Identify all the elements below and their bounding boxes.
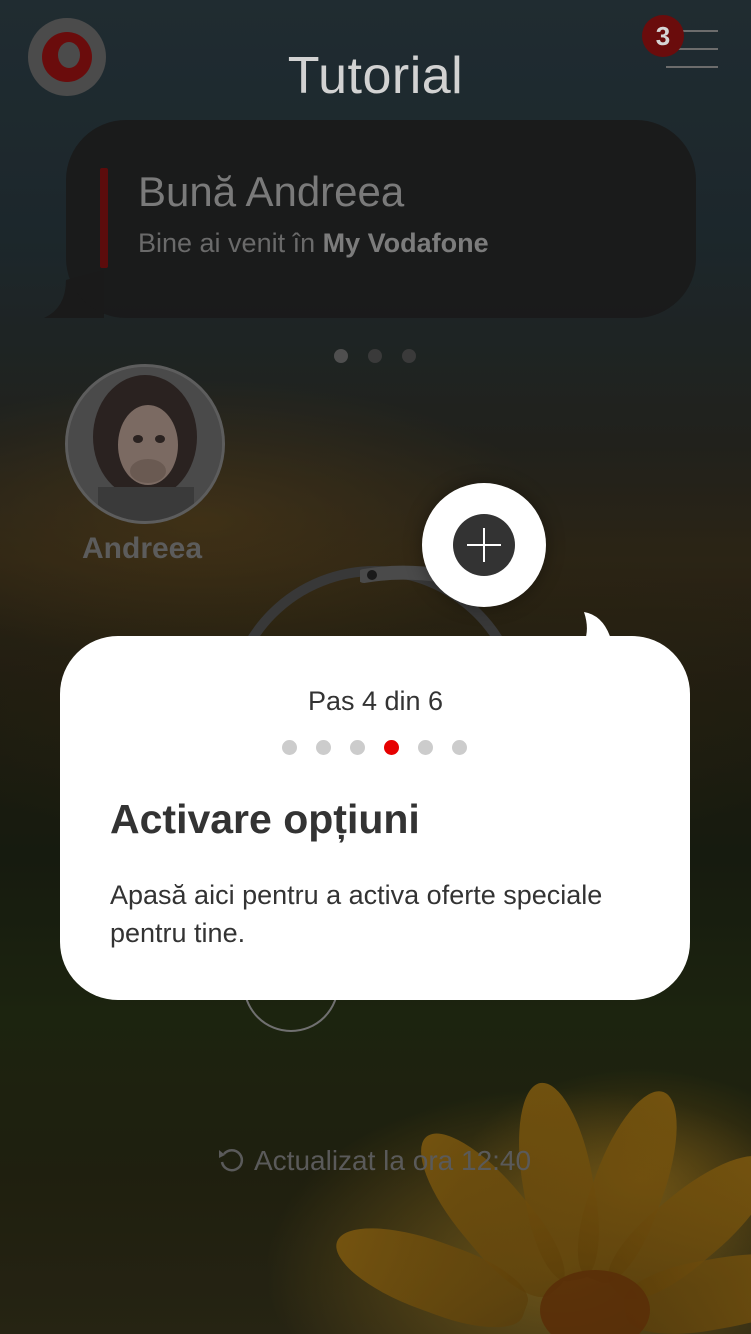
greeting-subtitle: Bine ai venit în My Vodafone [138, 228, 489, 259]
step-dot [316, 740, 331, 755]
tutorial-screen: Tutorial 3 Bună Andreea Bine ai venit în… [0, 0, 751, 1334]
greeting-bubble [66, 120, 696, 318]
pager-dot[interactable] [368, 349, 382, 363]
tutorial-title: Activare opțiuni [110, 796, 420, 842]
step-dot [350, 740, 365, 755]
tutorial-description: Apasă aici pentru a activa oferte specia… [110, 880, 603, 948]
notification-badge[interactable]: 3 [642, 15, 684, 57]
greeting-title: Bună Andreea [138, 168, 405, 215]
last-updated-text: Actualizat la ora 12:40 [254, 1145, 532, 1176]
step-dot [452, 740, 467, 755]
avatar-photo [68, 367, 222, 521]
tutorial-step-label: Pas 4 din 6 [307, 686, 444, 716]
greeting-subtitle-brand: My Vodafone [322, 228, 489, 258]
pager-dot[interactable] [402, 349, 416, 363]
refresh-icon[interactable] [216, 1144, 246, 1174]
last-updated: Actualizat la ora 12:40 [216, 1144, 531, 1177]
step-dot-active [384, 740, 399, 755]
greeting-subtitle-prefix: Bine ai venit în [138, 228, 323, 258]
greeting-accent-bar [100, 168, 108, 268]
tutorial-step-indicator [282, 740, 472, 756]
greeting-pager[interactable] [334, 349, 424, 363]
page-title: Tutorial [287, 47, 464, 105]
step-dot [282, 740, 297, 755]
pager-dot[interactable] [334, 349, 348, 363]
profile-name: Andreea [82, 532, 203, 565]
spotlight-highlight [422, 483, 546, 607]
plus-icon[interactable] [453, 514, 515, 576]
step-dot [418, 740, 433, 755]
user-avatar[interactable] [65, 364, 225, 524]
